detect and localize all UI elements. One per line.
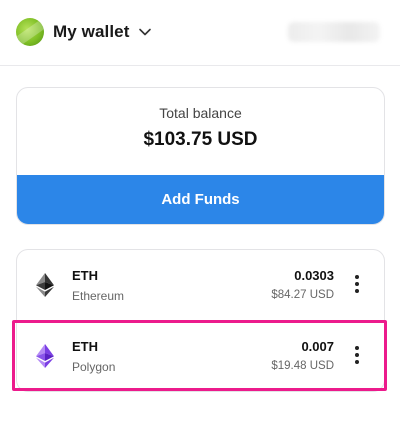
asset-row-eth-polygon[interactable]: ETH Polygon 0.007 $19.48 USD [17, 321, 384, 391]
app-header: My wallet [0, 0, 400, 66]
token-network: Polygon [72, 360, 116, 374]
token-usd-value: $84.27 USD [271, 289, 334, 301]
blurred-wallet-address[interactable] [288, 22, 380, 42]
token-amount: 0.0303 [294, 268, 334, 283]
token-network: Ethereum [72, 289, 125, 303]
total-balance-value: $103.75 USD [143, 129, 258, 150]
token-symbol: ETH [72, 268, 98, 283]
assets-list: ETH Ethereum 0.0303 $84.27 USD ETH Polyg… [16, 249, 385, 392]
total-balance-label: Total balance [159, 105, 242, 121]
token-usd-value: $19.48 USD [271, 360, 334, 372]
chevron-down-icon [139, 28, 152, 36]
ethereum-icon [36, 273, 54, 297]
wallet-switcher[interactable]: My wallet [16, 18, 152, 46]
asset-row-eth-ethereum[interactable]: ETH Ethereum 0.0303 $84.27 USD [17, 250, 384, 320]
balance-card: Total balance $103.75 USD Add Funds [16, 87, 385, 225]
more-options-icon[interactable] [350, 275, 364, 293]
more-options-icon[interactable] [350, 346, 364, 364]
token-symbol: ETH [72, 339, 98, 354]
token-amount: 0.007 [301, 339, 334, 354]
wallet-avatar [16, 18, 44, 46]
ethereum-polygon-icon [36, 344, 54, 368]
wallet-name: My wallet [53, 22, 130, 41]
add-funds-button[interactable]: Add Funds [17, 175, 384, 224]
